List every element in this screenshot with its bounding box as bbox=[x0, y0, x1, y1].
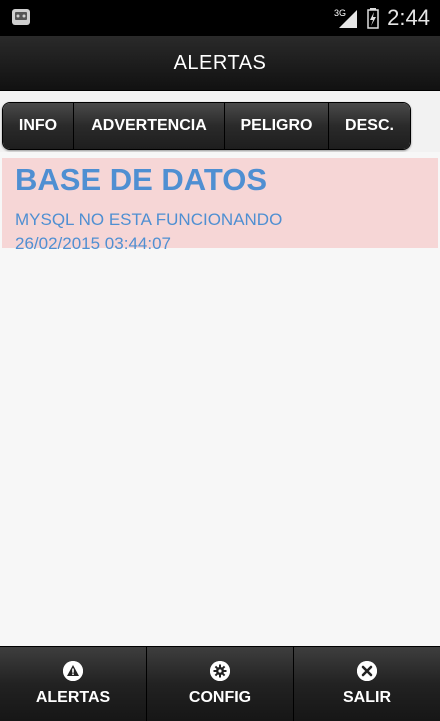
alert-message: MYSQL NO ESTA FUNCIONANDO bbox=[15, 210, 283, 229]
filter-peligro-button[interactable]: PELIGRO bbox=[225, 103, 329, 149]
app-notification-icon bbox=[12, 9, 30, 25]
tab-salir-label: SALIR bbox=[343, 689, 391, 706]
alert-timestamp: 26/02/2015 03:44:07 bbox=[15, 234, 171, 253]
tab-config[interactable]: CONFIG bbox=[147, 647, 294, 721]
battery-icon bbox=[367, 8, 379, 29]
action-bar: ALERTAS bbox=[0, 36, 440, 91]
filter-info-button[interactable]: INFO bbox=[3, 103, 74, 149]
filter-advertencia-button[interactable]: ADVERTENCIA bbox=[74, 103, 225, 149]
warning-icon bbox=[63, 661, 83, 681]
alert-filter-bar: INFO ADVERTENCIA PELIGRO DESC. bbox=[2, 102, 411, 150]
alert-item[interactable]: BASE DE DATOS MYSQL NO ESTA FUNCIONANDO … bbox=[2, 158, 438, 253]
close-icon bbox=[357, 661, 377, 681]
tab-config-label: CONFIG bbox=[188, 689, 252, 706]
svg-text:3G: 3G bbox=[334, 8, 346, 18]
filter-desc-button[interactable]: DESC. bbox=[329, 103, 410, 149]
tab-alertas[interactable]: ALERTAS bbox=[0, 647, 147, 721]
bottom-tab-bar: ALERTAS CONFIG SALIR bbox=[0, 646, 440, 721]
tab-salir[interactable]: SALIR bbox=[294, 647, 440, 721]
alert-title: BASE DE DATOS bbox=[15, 162, 268, 197]
clock: 2:44 bbox=[387, 5, 430, 30]
tab-alertas-label: ALERTAS bbox=[35, 689, 111, 706]
alert-list: BASE DE DATOS MYSQL NO ESTA FUNCIONANDO … bbox=[0, 152, 440, 646]
gear-icon bbox=[210, 661, 230, 681]
status-bar: 3G 2:44 bbox=[0, 0, 440, 36]
screen-title: ALERTAS bbox=[173, 51, 267, 74]
signal-3g-icon: 3G bbox=[334, 8, 358, 28]
